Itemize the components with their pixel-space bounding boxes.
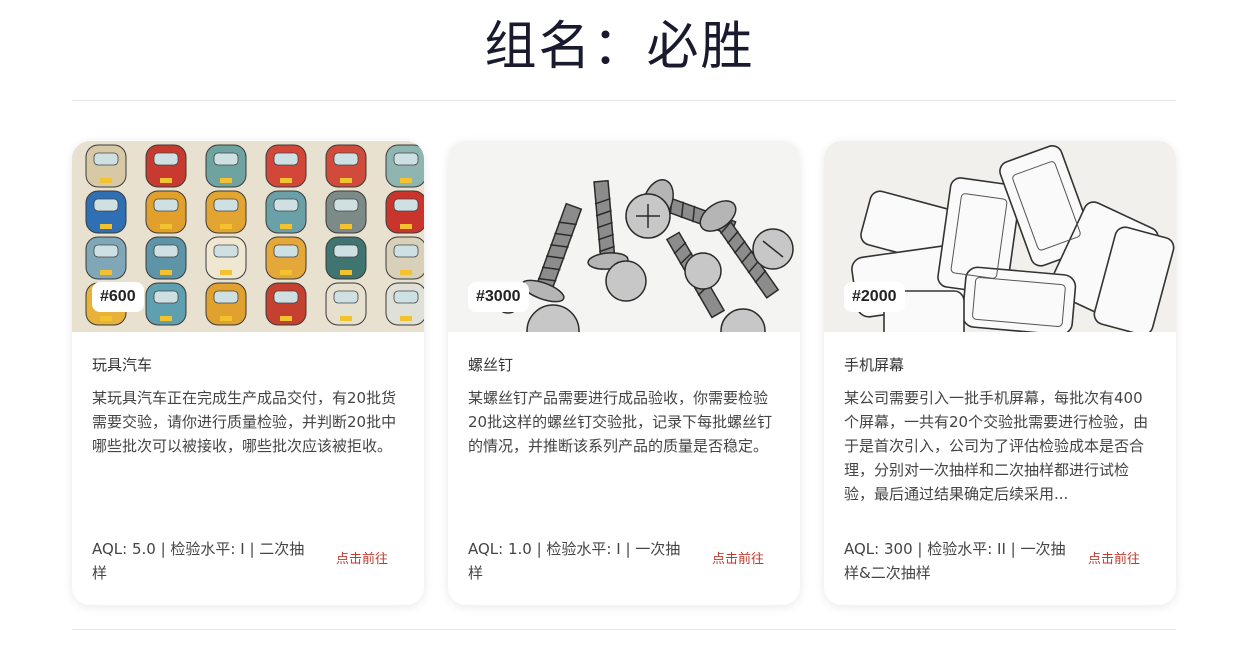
card-title: 手机屏幕	[844, 356, 905, 374]
page-title: 组名：必胜	[484, 17, 755, 77]
go-link[interactable]: 点击前往	[1088, 551, 1140, 569]
inspection-spec: AQL: 5.0 | 检验水平: I | 二次抽样	[92, 540, 305, 582]
go-link[interactable]: 点击前往	[712, 551, 764, 569]
card-description: 某玩具汽车正在完成生产成品交付，有20批货需要交验，请你进行质量检验，并判断20…	[92, 389, 397, 455]
product-card-list: #600 玩具汽车 某玩具汽车正在完成生产成品交付，有20批货需要交验，请你进行…	[72, 141, 1176, 605]
inspection-spec: AQL: 300 | 检验水平: II | 一次抽样&二次抽样	[844, 540, 1066, 582]
product-card-toy-car[interactable]: #600 玩具汽车 某玩具汽车正在完成生产成品交付，有20批货需要交验，请你进行…	[72, 141, 424, 605]
quantity-badge: #2000	[844, 282, 905, 312]
card-description: 某公司需要引入一批手机屏幕，每批次有400个屏幕，一共有20个交验批需要进行检验…	[844, 389, 1149, 503]
footer-divider	[72, 629, 1176, 630]
card-description: 某螺丝钉产品需要进行成品验收，你需要检验20批这样的螺丝钉交验批，记录下每批螺丝…	[468, 389, 773, 455]
quantity-badge: #3000	[468, 282, 529, 312]
quantity-badge: #600	[92, 282, 144, 312]
card-title: 玩具汽车	[92, 356, 153, 374]
product-card-screw[interactable]: #3000 螺丝钉 某螺丝钉产品需要进行成品验收，你需要检验20批这样的螺丝钉交…	[448, 141, 800, 605]
card-title: 螺丝钉	[468, 356, 514, 374]
inspection-spec: AQL: 1.0 | 检验水平: I | 一次抽样	[468, 540, 681, 582]
go-link[interactable]: 点击前往	[336, 551, 388, 569]
product-card-phone-screen[interactable]: #2000 手机屏幕 某公司需要引入一批手机屏幕，每批次有400个屏幕，一共有2…	[824, 141, 1176, 605]
header-divider	[72, 100, 1176, 101]
